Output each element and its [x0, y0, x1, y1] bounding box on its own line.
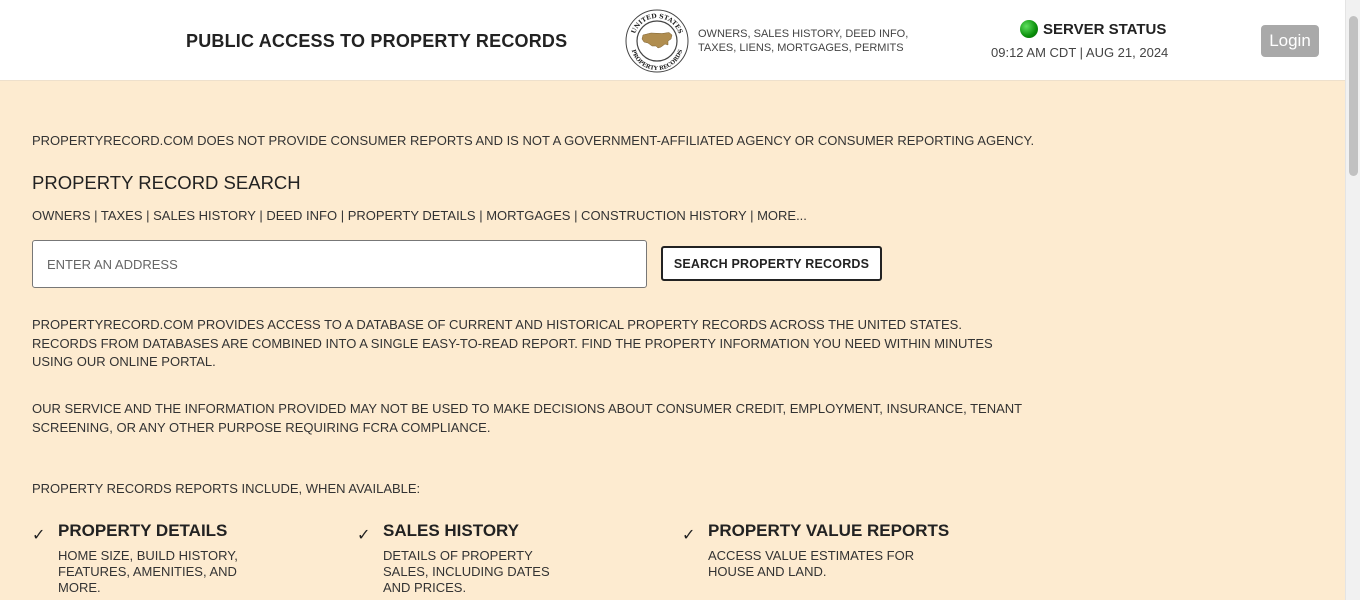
disclaimer-text: PROPERTYRECORD.COM DOES NOT PROVIDE CONS…: [32, 133, 1035, 148]
search-categories: OWNERS | TAXES | SALES HISTORY | DEED IN…: [32, 208, 807, 223]
feature-description: DETAILS OF PROPERTY SALES, INCLUDING DAT…: [383, 548, 550, 595]
includes-heading: PROPERTY RECORDS REPORTS INCLUDE, WHEN A…: [32, 481, 421, 496]
feature-title: PROPERTY VALUE REPORTS: [708, 521, 950, 540]
page-scrollbar[interactable]: [1345, 0, 1360, 600]
feature-description: HOME SIZE, BUILD HISTORY, FEATURES, AMEN…: [58, 548, 238, 595]
check-icon: ✓: [32, 527, 46, 544]
search-property-records-button[interactable]: SEARCH PROPERTY RECORDS: [661, 246, 882, 281]
tagline-line-2: TAXES, LIENS, MORTGAGES, PERMITS: [698, 42, 904, 54]
site-header: PUBLIC ACCESS TO PROPERTY RECORDS UNITED…: [0, 0, 1345, 81]
us-property-records-seal: UNITED STATES PROPERTY RECORDS: [625, 9, 689, 73]
check-icon: ✓: [682, 527, 696, 544]
feature-title: SALES HISTORY: [383, 521, 520, 540]
status-indicator-icon: [1020, 20, 1038, 38]
search-heading: PROPERTY RECORD SEARCH: [32, 172, 301, 193]
header-tagline: OWNERS, SALES HISTORY, DEED INFO, TAXES,…: [698, 27, 908, 55]
login-button[interactable]: Login: [1261, 25, 1319, 57]
tagline-line-1: OWNERS, SALES HISTORY, DEED INFO,: [698, 28, 909, 40]
scrollbar-thumb[interactable]: [1349, 16, 1358, 176]
feature-title: PROPERTY DETAILS: [58, 521, 228, 540]
server-datetime: 09:12 AM CDT | AUG 21, 2024: [991, 45, 1169, 60]
check-icon: ✓: [357, 527, 371, 544]
site-title: PUBLIC ACCESS TO PROPERTY RECORDS: [186, 31, 568, 51]
server-status: SERVER STATUS: [1020, 20, 1166, 38]
fcra-notice: OUR SERVICE AND THE INFORMATION PROVIDED…: [32, 401, 1022, 435]
feature-description: ACCESS VALUE ESTIMATES FOR HOUSE AND LAN…: [708, 548, 915, 579]
service-description: PROPERTYRECORD.COM PROVIDES ACCESS TO A …: [32, 317, 993, 369]
server-status-label: SERVER STATUS: [1043, 20, 1167, 38]
address-search-input[interactable]: [32, 240, 647, 288]
